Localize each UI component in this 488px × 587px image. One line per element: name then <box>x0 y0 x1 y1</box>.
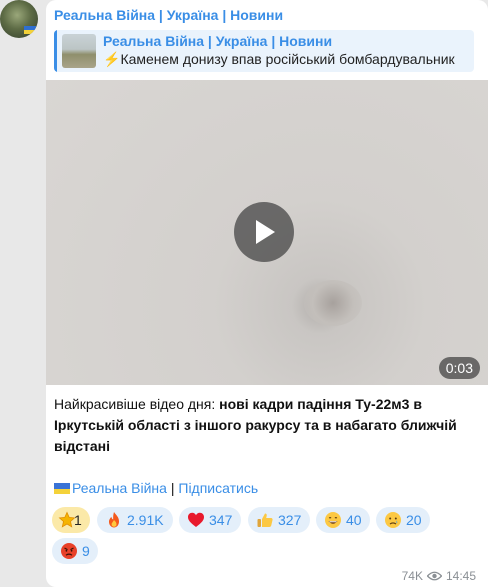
play-icon <box>256 220 275 244</box>
video-duration: 0:03 <box>438 357 480 379</box>
reply-preview[interactable]: Реальна Війна | Україна | Новини ⚡Камене… <box>54 30 474 72</box>
reaction-fire[interactable]: 2.91K <box>97 507 173 533</box>
view-count: 74K <box>401 569 423 583</box>
post-signature: Реальна Війна | Підписатись <box>54 480 258 496</box>
reaction-star[interactable]: 1 <box>52 507 90 533</box>
falling-aircraft-blur <box>304 280 362 326</box>
video-player[interactable]: 0:03 <box>46 80 488 385</box>
reaction-count: 2.91K <box>127 512 164 528</box>
channel-name[interactable]: Реальна Війна | Україна | Новини <box>54 7 283 23</box>
reply-text-content: Каменем донизу впав російський бомбардув… <box>120 51 455 67</box>
reply-thumbnail <box>62 34 96 68</box>
reaction-count: 1 <box>74 512 82 528</box>
ukraine-flag-icon <box>54 483 70 494</box>
reaction-count: 9 <box>82 543 90 559</box>
lightning-icon: ⚡ <box>103 51 121 67</box>
channel-avatar[interactable] <box>0 0 38 38</box>
reaction-heart[interactable]: 347 <box>179 507 241 533</box>
eye-icon <box>426 571 442 581</box>
reaction-crying[interactable]: 20 <box>376 507 430 533</box>
reaction-count: 347 <box>209 512 233 528</box>
thumbs-up-emoji-icon <box>257 513 273 527</box>
reaction-thumbs-up[interactable]: 327 <box>248 507 310 533</box>
reply-accent-bar <box>54 30 57 72</box>
subscribe-link[interactable]: Підписатись <box>178 480 258 496</box>
message-bubble: Реальна Війна | Україна | Новини Реальна… <box>46 0 488 587</box>
play-button[interactable] <box>234 202 294 262</box>
reaction-angry[interactable]: 9 <box>52 538 98 564</box>
reaction-grinning[interactable]: 40 <box>316 507 370 533</box>
reply-title: Реальна Війна | Україна | Новини <box>103 33 333 49</box>
signature-separator: | <box>166 480 179 496</box>
reaction-count: 40 <box>346 512 362 528</box>
grinning-face-emoji-icon <box>325 512 341 528</box>
post-caption: Найкрасивіше відео дня: нові кадри падін… <box>54 394 474 457</box>
message-time: 14:45 <box>445 569 476 583</box>
caption-lead: Найкрасивіше відео дня: <box>54 396 220 412</box>
reaction-count: 327 <box>278 512 302 528</box>
fire-emoji-icon <box>109 512 119 528</box>
angry-face-emoji-icon <box>61 543 77 559</box>
reaction-count: 20 <box>406 512 422 528</box>
crying-face-emoji-icon <box>385 512 401 528</box>
message-meta: 74K 14:45 <box>402 569 476 583</box>
ukraine-flag-icon <box>24 26 36 34</box>
channel-link[interactable]: Реальна Війна <box>72 480 167 496</box>
reply-text: ⚡Каменем донизу впав російський бомбарду… <box>103 51 471 68</box>
heart-emoji-icon <box>188 512 204 527</box>
